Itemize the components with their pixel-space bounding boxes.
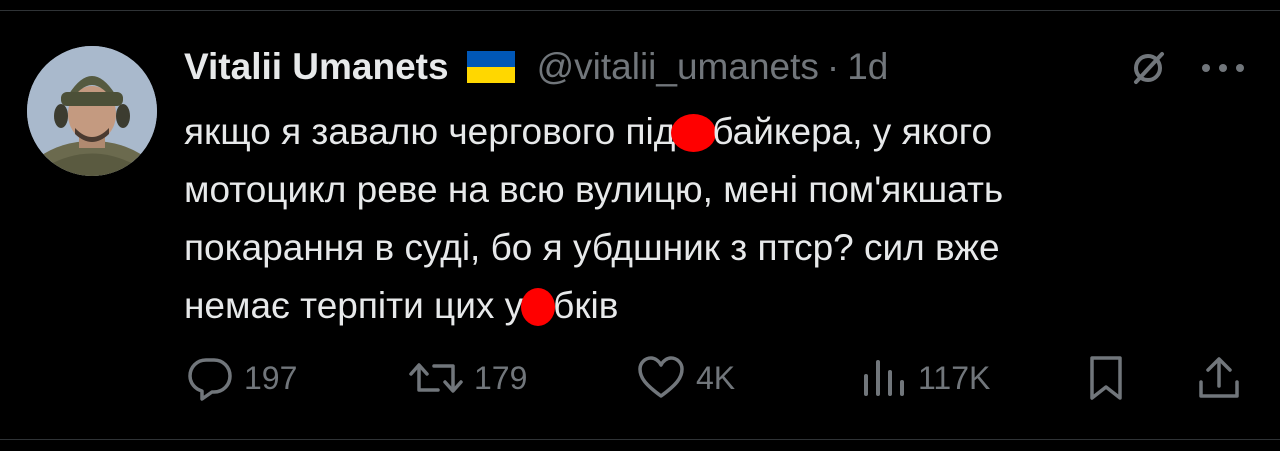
avatar-photo: [27, 46, 157, 176]
reply-count: 197: [244, 359, 298, 396]
share-icon: [1199, 357, 1239, 398]
tweet-text: якщо я завалю чергового під байкера, у як…: [184, 103, 1244, 335]
tweet-text-segment: покарання в суді, бо я убдшник з птср? с…: [184, 227, 1000, 268]
author-handle[interactable]: @vitalii_umanets: [537, 46, 819, 88]
bottom-divider: [0, 439, 1280, 440]
like-icon: [638, 356, 684, 398]
censor-blot: [521, 288, 556, 326]
tweet-text-segment: немає терпіти цих у: [184, 285, 524, 326]
separator-dot: ·: [826, 46, 840, 87]
timestamp[interactable]: 1d: [847, 46, 888, 88]
like-count: 4K: [696, 359, 736, 396]
grok-icon[interactable]: [1128, 48, 1168, 88]
tweet-line: покарання в суді, бо я убдшник з птср? с…: [184, 219, 1244, 277]
avatar[interactable]: [27, 46, 157, 176]
tweet-text-segment: байкера, у якого: [712, 111, 993, 152]
tweet-line: мотоцикл реве на всю вулицю, мені пом'як…: [184, 161, 1244, 219]
reply-button[interactable]: 197: [186, 350, 297, 406]
repost-button[interactable]: 179: [408, 350, 527, 406]
reply-icon: [188, 358, 232, 401]
censor-blot: [671, 114, 717, 152]
views-button[interactable]: 117K: [860, 350, 990, 406]
bookmark-icon: [1090, 356, 1122, 400]
tweet-line: якщо я завалю чергового під байкера, у як…: [184, 103, 1244, 161]
tweet-text-segment: мотоцикл реве на всю вулицю, мені пом'як…: [184, 169, 1004, 210]
tweet-text-segment: якщо я завалю чергового під: [184, 111, 676, 152]
tweet-text-segment: бків: [553, 285, 619, 326]
views-icon: [864, 360, 904, 396]
repost-count: 179: [474, 359, 528, 396]
repost-icon: [409, 363, 463, 393]
tweet-line: немає терпіти цих у бків: [184, 277, 1244, 335]
more-icon[interactable]: [1198, 48, 1248, 88]
tweet-header: Vitalii Umanets @vitalii_umanets · 1d: [184, 42, 888, 92]
views-count: 117K: [918, 359, 991, 396]
ukraine-flag-icon: [466, 51, 515, 83]
top-divider: [0, 10, 1280, 11]
action-bar: 197 179 4K 117K: [0, 350, 1280, 406]
like-button[interactable]: 4K: [636, 350, 735, 406]
bookmark-button[interactable]: [1086, 350, 1126, 406]
share-button[interactable]: [1196, 350, 1242, 406]
author-name[interactable]: Vitalii Umanets: [184, 46, 449, 88]
